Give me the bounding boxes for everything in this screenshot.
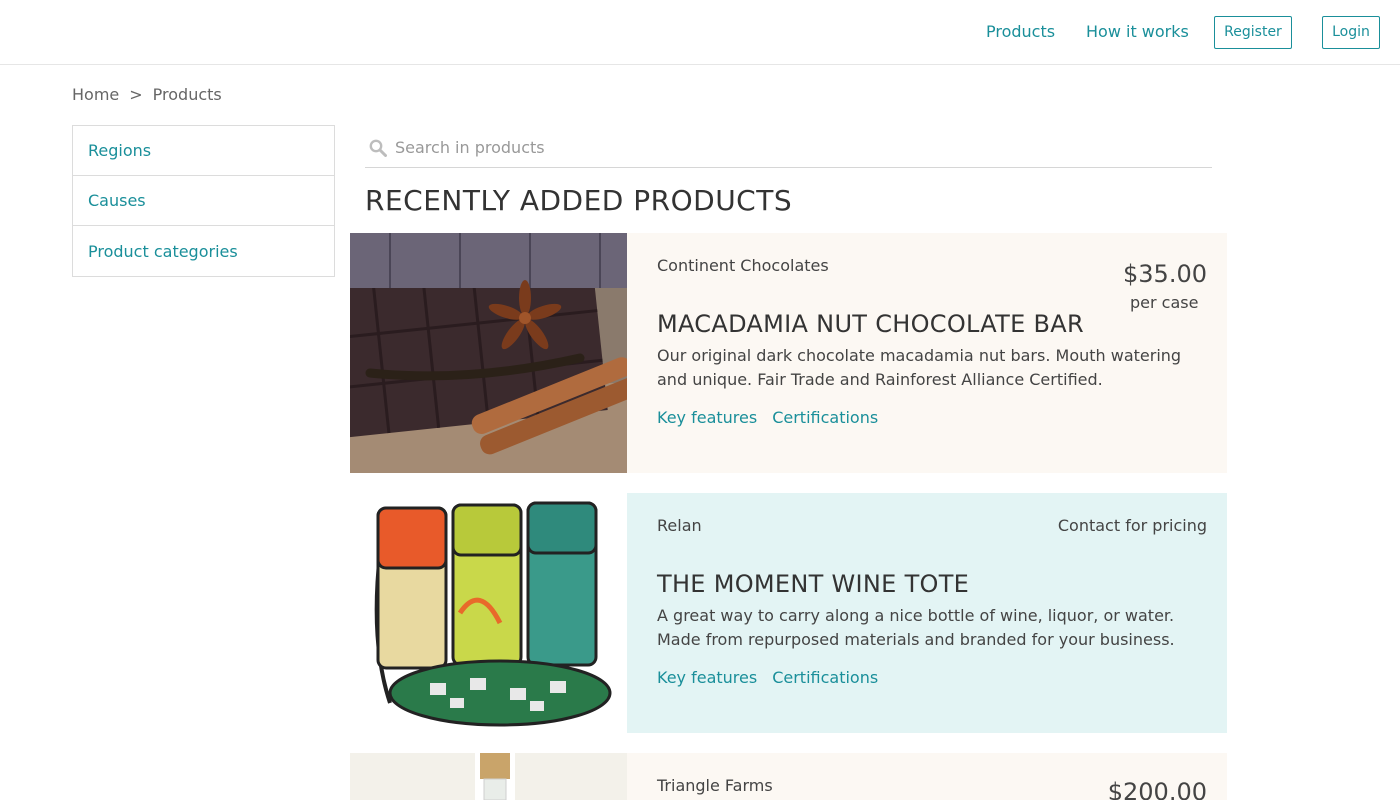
product-image-wine-tote[interactable] [350,493,627,733]
certifications-link[interactable]: Certifications [772,408,878,427]
search-bar [365,127,1212,168]
product-description: Our original dark chocolate macadamia nu… [657,346,1182,389]
breadcrumb: Home > Products [72,85,222,104]
top-header: Products How it works Register Login [0,0,1400,65]
price-unit: per case [1130,293,1199,312]
product-info: Triangle Farms $200.00 [627,753,1227,800]
product-price: $35.00 [1123,260,1207,288]
product-card[interactable]: Triangle Farms $200.00 [350,753,1227,800]
key-features-link[interactable]: Key features [657,408,757,427]
product-card[interactable]: Continent Chocolates $35.00 per case MAC… [350,233,1227,473]
product-title[interactable]: THE MOMENT WINE TOTE [657,570,969,598]
sidebar-item-product-categories[interactable]: Product categories [73,226,334,276]
key-features-link[interactable]: Key features [657,668,757,687]
sidebar-item-causes[interactable]: Causes [73,176,334,226]
product-links: Key features Certifications [657,668,878,687]
breadcrumb-home[interactable]: Home [72,85,119,104]
supplier-name[interactable]: Triangle Farms [657,776,773,795]
product-price: $200.00 [1107,778,1207,800]
login-button[interactable]: Login [1322,16,1380,49]
search-input[interactable] [395,133,1195,161]
certifications-link[interactable]: Certifications [772,668,878,687]
product-info: Continent Chocolates $35.00 per case MAC… [627,233,1227,473]
supplier-name[interactable]: Continent Chocolates [657,256,829,275]
product-info: Relan Contact for pricing THE MOMENT WIN… [627,493,1227,733]
product-links: Key features Certifications [657,408,878,427]
contact-for-pricing: Contact for pricing [1057,516,1207,535]
section-title: RECENTLY ADDED PRODUCTS [365,184,793,217]
search-icon [369,139,387,157]
register-button[interactable]: Register [1214,16,1292,49]
sidebar: Regions Causes Product categories [72,125,335,277]
product-description: A great way to carry along a nice bottle… [657,606,1175,649]
nav-how-it-works[interactable]: How it works [1086,22,1189,41]
product-image-bottle[interactable] [350,753,627,800]
supplier-name[interactable]: Relan [657,516,702,535]
nav-products[interactable]: Products [986,22,1055,41]
product-title[interactable]: MACADAMIA NUT CHOCOLATE BAR [657,310,1084,338]
product-image-chocolate[interactable] [350,233,627,473]
product-card[interactable]: Relan Contact for pricing THE MOMENT WIN… [350,493,1227,733]
breadcrumb-current: Products [152,85,222,104]
breadcrumb-separator: > [129,85,143,104]
sidebar-item-regions[interactable]: Regions [73,126,334,176]
